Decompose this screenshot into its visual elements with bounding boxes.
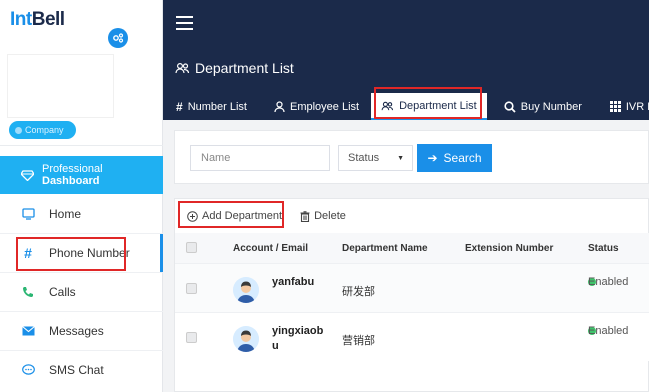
phone-icon bbox=[21, 285, 35, 299]
table-body: yanfabu 研发部 Enabled yingxiaobu 营销部 Enabl… bbox=[175, 263, 649, 392]
group-icon bbox=[381, 101, 394, 110]
column-header-account: Account / Email bbox=[233, 243, 309, 254]
sidebar-item-label: Phone Number bbox=[49, 246, 130, 260]
table-header: Account / Email Department Name Extensio… bbox=[175, 233, 649, 263]
top-header: Department List # Number List Employee L… bbox=[163, 0, 649, 120]
sidebar-item-home[interactable]: Home bbox=[0, 195, 163, 233]
hamburger-menu-icon[interactable] bbox=[176, 16, 193, 30]
hash-icon: # bbox=[176, 99, 183, 114]
select-all-checkbox[interactable] bbox=[186, 242, 197, 253]
trash-icon bbox=[300, 210, 310, 222]
company-dot-icon bbox=[15, 126, 22, 134]
sidebar-item-label: SMS Chat bbox=[49, 363, 104, 377]
search-panel: Status ▼ ➔ Search bbox=[174, 130, 649, 184]
row-checkbox[interactable] bbox=[186, 332, 197, 343]
sidebar: IntBell Company Professional Dashboard H… bbox=[0, 0, 163, 392]
mail-icon bbox=[21, 324, 35, 338]
monitor-icon bbox=[21, 207, 35, 221]
tab-department-list[interactable]: Department List bbox=[371, 93, 487, 120]
avatar bbox=[233, 326, 259, 352]
caret-down-icon: ▼ bbox=[397, 154, 404, 162]
sidebar-item-messages[interactable]: Messages bbox=[0, 312, 163, 350]
column-header-department: Department Name bbox=[342, 243, 428, 254]
table-row[interactable]: yanfabu 研发部 Enabled bbox=[175, 263, 649, 312]
sidebar-item-sms-chat[interactable]: SMS Chat bbox=[0, 351, 163, 389]
search-icon bbox=[504, 100, 516, 113]
department-table-panel: Add Department Delete Account / Email De… bbox=[174, 198, 649, 392]
department-name: 研发部 bbox=[342, 286, 375, 298]
account-name: yingxiaobu bbox=[272, 325, 324, 352]
avatar bbox=[233, 277, 259, 303]
table-toolbar: Add Department Delete bbox=[175, 199, 649, 233]
row-checkbox[interactable] bbox=[186, 283, 197, 294]
delete-button[interactable]: Delete bbox=[300, 210, 346, 222]
column-header-extension: Extension Number bbox=[465, 243, 554, 254]
tab-buy-number[interactable]: Buy Number bbox=[487, 93, 594, 120]
tab-employee-list[interactable]: Employee List bbox=[259, 93, 371, 120]
arrow-right-icon: ➔ bbox=[427, 151, 438, 165]
plus-circle-icon bbox=[187, 210, 198, 222]
diamond-icon bbox=[21, 169, 34, 181]
column-header-status: Status bbox=[588, 243, 619, 254]
department-name: 营销部 bbox=[342, 335, 375, 347]
hash-icon: # bbox=[24, 245, 32, 261]
search-button[interactable]: ➔ Search bbox=[417, 144, 492, 172]
brand-logo[interactable]: IntBell bbox=[10, 9, 65, 31]
status-select[interactable]: Status ▼ bbox=[338, 145, 413, 171]
tab-ivr-list[interactable]: IVR Li bbox=[594, 93, 649, 120]
sidebar-divider bbox=[0, 145, 163, 146]
tab-number-list[interactable]: # Number List bbox=[163, 93, 259, 120]
company-badge[interactable]: Company bbox=[9, 121, 76, 139]
user-profile-card bbox=[7, 54, 114, 118]
name-search-input[interactable] bbox=[190, 145, 330, 171]
table-row[interactable]: yingxiaobu 营销部 Enabled bbox=[175, 312, 649, 361]
sidebar-item-phone-number[interactable]: # Phone Number bbox=[0, 234, 163, 272]
tab-bar: # Number List Employee List Department L… bbox=[163, 93, 649, 120]
chat-icon bbox=[21, 363, 35, 377]
group-icon bbox=[175, 62, 190, 74]
add-department-button[interactable]: Add Department bbox=[187, 210, 282, 222]
page-title: Department List bbox=[175, 60, 294, 76]
person-icon bbox=[274, 101, 285, 112]
professional-dashboard-button[interactable]: Professional Dashboard bbox=[0, 156, 163, 194]
sidebar-item-label: Calls bbox=[49, 285, 76, 299]
sidebar-item-label: Home bbox=[49, 207, 82, 221]
grid-icon bbox=[609, 101, 621, 112]
sidebar-item-label: Messages bbox=[49, 324, 104, 338]
settings-icon[interactable] bbox=[108, 28, 128, 48]
sidebar-item-calls[interactable]: Calls bbox=[0, 273, 163, 311]
account-name: yanfabu bbox=[272, 276, 315, 288]
